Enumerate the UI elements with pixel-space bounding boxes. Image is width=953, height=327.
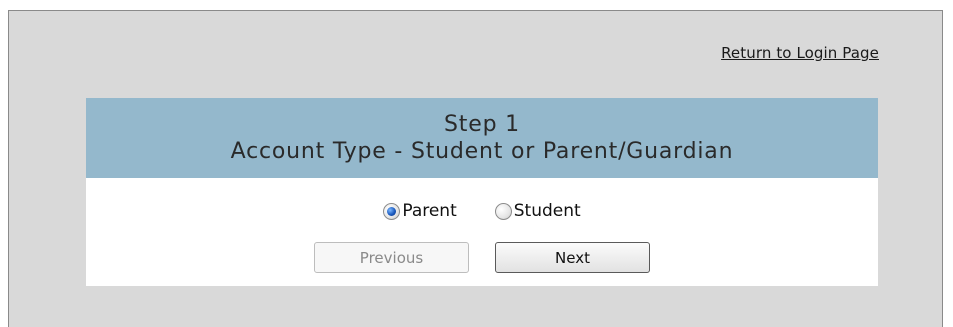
previous-button: Previous (314, 242, 469, 273)
radio-option-student[interactable]: Student (494, 201, 581, 221)
next-button[interactable]: Next (495, 242, 650, 273)
step-title: Step 1 (444, 112, 520, 137)
radio-option-parent[interactable]: Parent (383, 201, 457, 221)
student-radio-label: Student (513, 201, 581, 221)
return-to-login-link[interactable]: Return to Login Page (721, 44, 879, 62)
parent-radio-button[interactable] (383, 202, 401, 220)
student-radio-button[interactable] (494, 202, 512, 220)
account-type-radio-group: Parent Student (86, 201, 878, 221)
parent-radio-label: Parent (402, 201, 457, 221)
step-subtitle: Account Type - Student or Parent/Guardia… (230, 139, 734, 164)
page-frame: Return to Login Page Step 1 Account Type… (8, 10, 943, 327)
step-panel: Step 1 Account Type - Student or Parent/… (86, 98, 878, 286)
step-header: Step 1 Account Type - Student or Parent/… (86, 98, 878, 178)
navigation-buttons: Previous Next (86, 242, 878, 273)
